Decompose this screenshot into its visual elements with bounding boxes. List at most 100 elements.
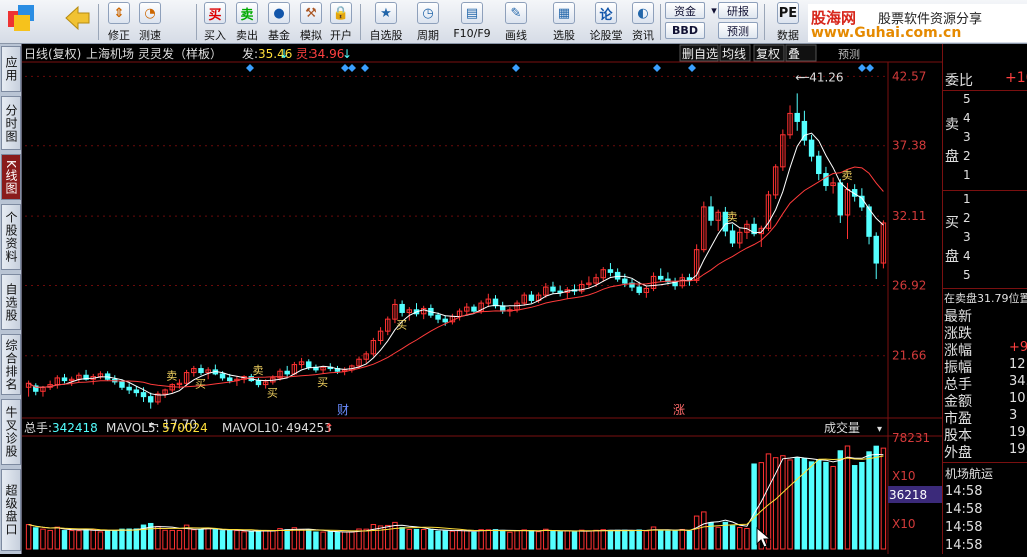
zhang-marker: 涨	[673, 402, 685, 417]
yuce-button[interactable]: 预测	[718, 22, 758, 39]
candle-down	[657, 275, 664, 280]
toolbar-button-label: 论股堂	[589, 29, 623, 42]
sell-level: 2	[963, 149, 971, 163]
sector-label: 机场航运	[945, 467, 994, 481]
sell-level: 5	[963, 92, 971, 106]
sell-marker: 卖	[727, 210, 738, 223]
price-tick-label: 26.92	[892, 278, 926, 292]
toolbar-button-label: 买入	[204, 29, 226, 42]
pen-button[interactable]: ✎ 画线	[498, 1, 534, 43]
volume-bar-down	[198, 529, 204, 550]
news-button[interactable]: ◐ 资讯	[628, 1, 658, 43]
left-tab-5[interactable]: 自选股	[1, 274, 21, 330]
candle-down	[198, 368, 204, 374]
zijin-button[interactable]: 资金	[665, 2, 705, 19]
volume-bar-down	[636, 529, 642, 550]
gavel-button[interactable]: ⚒ 模拟	[296, 1, 326, 43]
volume-bar-down	[729, 525, 736, 550]
volume-bar-down	[672, 530, 678, 550]
speed-icon: ◔	[139, 2, 161, 24]
volume-bar-down	[112, 530, 118, 550]
chart-top-button-2[interactable]: 均线	[722, 47, 746, 61]
candle-down	[528, 294, 535, 301]
kline-chart-area[interactable]: 21.66 26.92 32.11 37.38 42.57 日线(复权) 上海机场 灵灵发（样…	[22, 44, 942, 554]
forecast-label: 预测	[838, 48, 860, 61]
candle-down	[306, 361, 312, 368]
volume-bar-down	[83, 528, 89, 550]
buy-button[interactable]: 买买入	[200, 1, 230, 43]
price-tick-label: 32.11	[892, 209, 926, 223]
screen-button[interactable]: ▦ 选股	[546, 1, 582, 43]
candle-down	[636, 286, 642, 293]
candle-down	[557, 290, 563, 293]
up-down-icon: ⇕	[108, 2, 130, 24]
kline-chart-svg[interactable]: 21.66 26.92 32.11 37.38 42.57 日线(复权) 上海机场 灵灵发（样…	[22, 44, 942, 554]
volume-bar-down	[492, 529, 499, 550]
chart-top-button-3[interactable]: 复权	[756, 47, 780, 61]
speed-button[interactable]: ◔ 测速	[134, 1, 166, 43]
volume-bar-down	[607, 529, 614, 550]
sell-button[interactable]: 卖卖出	[232, 1, 262, 43]
candle-down	[816, 155, 822, 175]
app-logo[interactable]	[2, 1, 46, 43]
chart-title-ling-value: 34.96	[310, 47, 344, 61]
quote-field-value: 12	[1009, 357, 1026, 372]
forum-button[interactable]: 论论股堂	[588, 1, 624, 43]
buy-level: 5	[963, 268, 971, 282]
volume-bar-down	[866, 451, 872, 550]
volume-bar-down	[435, 530, 441, 550]
volume-mavol5-label: MAVOL5:	[106, 421, 160, 435]
volume-bar-down	[823, 461, 829, 550]
left-tab-6[interactable]: 综合排名	[1, 334, 21, 395]
candle-down	[837, 182, 844, 216]
f10-button[interactable]: ▤ F10/F9	[450, 1, 494, 43]
volume-total-value: 342418	[52, 421, 98, 435]
high-arrow-icon: ←	[795, 70, 805, 84]
fund-button[interactable]: ● 基金	[264, 1, 294, 43]
panel-divider	[943, 288, 1027, 289]
candle-down	[622, 278, 628, 284]
quote-field-value: 19.	[1009, 425, 1027, 440]
volume-bar-down	[614, 529, 621, 550]
volume-bar-down	[571, 531, 578, 550]
chart-title-stock: 上海机场	[86, 46, 134, 61]
left-tab-2[interactable]: 分时图	[1, 96, 21, 150]
pe-icon: PE	[777, 2, 799, 24]
candle-down	[226, 377, 233, 382]
chart-top-button-4[interactable]: 叠	[788, 47, 800, 61]
back-button[interactable]	[60, 1, 94, 43]
pen-icon: ✎	[505, 2, 527, 24]
toolbar-button-label: 测速	[139, 29, 161, 42]
volume-bar-down	[442, 530, 448, 550]
up-down-button[interactable]: ⇕ 修正	[104, 1, 134, 43]
buy-marker: 买	[396, 318, 407, 331]
left-tab-8[interactable]: 超级盘口	[1, 469, 21, 551]
pe-button[interactable]: PE 数据	[768, 1, 808, 43]
quote-field-value: 10.	[1009, 391, 1027, 406]
volume-dropdown-icon[interactable]: ▾	[877, 424, 882, 435]
volume-bar-down	[629, 530, 635, 550]
bbd-button[interactable]: BBD	[665, 22, 705, 39]
lock-button[interactable]: 🔒 开户	[326, 1, 356, 43]
left-tab-7[interactable]: 牛叉诊股	[1, 399, 21, 465]
yanbao-button[interactable]: 研报	[718, 2, 758, 19]
candle-down	[614, 271, 621, 280]
left-tab-1[interactable]: 应用	[1, 46, 21, 92]
volume-bar-down	[33, 527, 39, 550]
left-tab-4[interactable]: 个股资料	[1, 204, 21, 270]
buy-marker: 买	[317, 376, 328, 389]
candle-down	[442, 318, 448, 323]
sell-marker: 卖	[841, 169, 852, 182]
chart-title-fa-label: 发:	[242, 46, 258, 61]
sell-marker: 卖	[252, 364, 263, 377]
position-text: 在卖盘31.79位置	[944, 292, 1027, 305]
buy-side-label: 买	[945, 215, 959, 231]
left-tab-3[interactable]: K线图	[1, 154, 21, 200]
volume-indicator-dropdown[interactable]: 成交量	[824, 420, 860, 435]
volume-bar-down	[557, 531, 563, 550]
toolbar-button-label: 开户	[330, 29, 352, 42]
buy-level: 1	[963, 192, 971, 206]
chart-top-button-1[interactable]: 删自选	[682, 47, 718, 61]
watchlist-button[interactable]: ★ 自选股	[366, 1, 406, 43]
clock-button[interactable]: ◷ 周期	[410, 1, 446, 43]
